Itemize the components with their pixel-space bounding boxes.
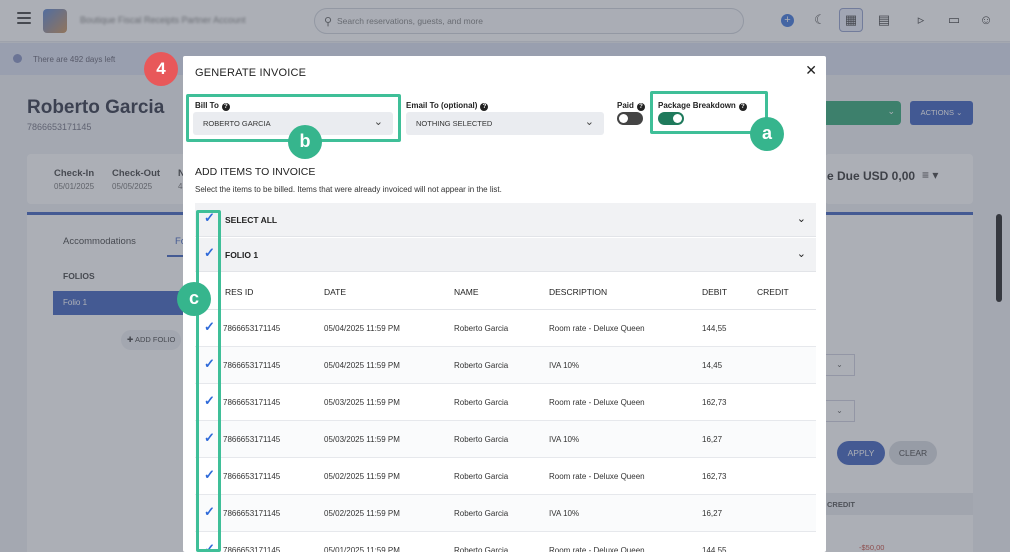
col-date: DATE [324,287,347,297]
table-row[interactable]: ✓ 7866653171145 05/01/2025 11:59 PM Roberto… [195,532,816,552]
cell-date: 05/04/2025 11:59 PM [324,361,400,370]
cell-description: IVA 10% [549,435,580,444]
cell-debit: 144,55 [702,546,727,552]
cell-description: Room rate - Deluxe Queen [549,472,645,481]
cell-debit: 16,27 [702,435,723,444]
cell-date: 05/02/2025 11:59 PM [324,509,400,518]
section-description: Select the items to be billed. Items tha… [195,185,502,194]
table-row[interactable]: ✓ 7866653171145 05/04/2025 11:59 PM Roberto… [195,310,816,347]
col-res-id: RES ID [225,287,254,297]
cell-debit: 16,27 [702,509,723,518]
folio-label: FOLIO 1 [225,250,259,260]
cell-date: 05/03/2025 11:59 PM [324,435,400,444]
annotation-badge-c: c [177,282,211,316]
cell-date: 05/02/2025 11:59 PM [324,472,400,481]
cell-name: Roberto Garcia [454,435,509,444]
help-icon[interactable]: ? [480,103,489,111]
cell-description: Room rate - Deluxe Queen [549,398,645,407]
cell-res-id: 7866653171145 [223,324,281,333]
cell-res-id: 7866653171145 [223,435,281,444]
cell-description: IVA 10% [549,509,580,518]
select-all-row[interactable]: ✓ SELECT ALL ⌄ [195,203,816,237]
annotation-badge-b: b [288,125,322,159]
cell-res-id: 7866653171145 [223,509,281,518]
step-badge: 4 [144,52,178,86]
cell-debit: 162,73 [702,398,727,407]
select-all-label: SELECT ALL [225,215,278,225]
cell-description: Room rate - Deluxe Queen [549,324,645,333]
col-name: NAME [454,287,479,297]
cell-date: 05/01/2025 11:59 PM [324,546,400,552]
cell-res-id: 7866653171145 [223,546,281,552]
cell-debit: 162,73 [702,472,727,481]
cell-name: Roberto Garcia [454,546,509,552]
section-title: ADD ITEMS TO INVOICE [195,166,316,178]
table-row[interactable]: ✓ 7866653171145 05/02/2025 11:59 PM Roberto… [195,495,816,532]
close-icon[interactable]: ✕ [805,62,817,79]
email-to-value: NOTHING SELECTED [416,119,493,128]
folio-row[interactable]: ✓ FOLIO 1 ⌄ [195,238,816,272]
col-credit: CREDIT [757,287,789,297]
table-row[interactable]: ✓ 7866653171145 05/04/2025 11:59 PM Roberto… [195,347,816,384]
cell-name: Roberto Garcia [454,398,509,407]
email-to-dropdown[interactable]: NOTHING SELECTED ⌄ [406,112,604,135]
cell-name: Roberto Garcia [454,509,509,518]
paid-toggle[interactable] [617,112,643,125]
paid-label: Paid? [617,101,645,111]
cell-name: Roberto Garcia [454,361,509,370]
col-description: DESCRIPTION [549,287,608,297]
table-row[interactable]: ✓ 7866653171145 05/03/2025 11:59 PM Roberto… [195,384,816,421]
cell-debit: 144,55 [702,324,727,333]
annotation-badge-a: a [750,117,784,151]
chevron-down-icon[interactable]: ⌄ [797,247,806,260]
table-row[interactable]: ✓ 7866653171145 05/03/2025 11:59 PM Roberto… [195,421,816,458]
email-to-label: Email To (optional)? [406,101,489,111]
chevron-down-icon: ⌄ [584,116,594,128]
table-row[interactable]: ✓ 7866653171145 05/02/2025 11:59 PM Roberto… [195,458,816,495]
cell-description: IVA 10% [549,361,580,370]
highlight-checkboxes [196,210,221,552]
cell-date: 05/03/2025 11:59 PM [324,398,400,407]
cell-date: 05/04/2025 11:59 PM [324,324,400,333]
table-header: RES ID DATE NAME DESCRIPTION DEBIT CREDI… [195,273,816,310]
cell-name: Roberto Garcia [454,472,509,481]
cell-res-id: 7866653171145 [223,361,281,370]
col-debit: DEBIT [702,287,728,297]
chevron-down-icon[interactable]: ⌄ [797,212,806,225]
cell-res-id: 7866653171145 [223,398,281,407]
toggle-knob [619,114,628,123]
cell-res-id: 7866653171145 [223,472,281,481]
cell-name: Roberto Garcia [454,324,509,333]
cell-description: Room rate - Deluxe Queen [549,546,645,552]
modal-title: GENERATE INVOICE [195,67,307,79]
cell-debit: 14,45 [702,361,723,370]
help-icon[interactable]: ? [636,103,645,111]
